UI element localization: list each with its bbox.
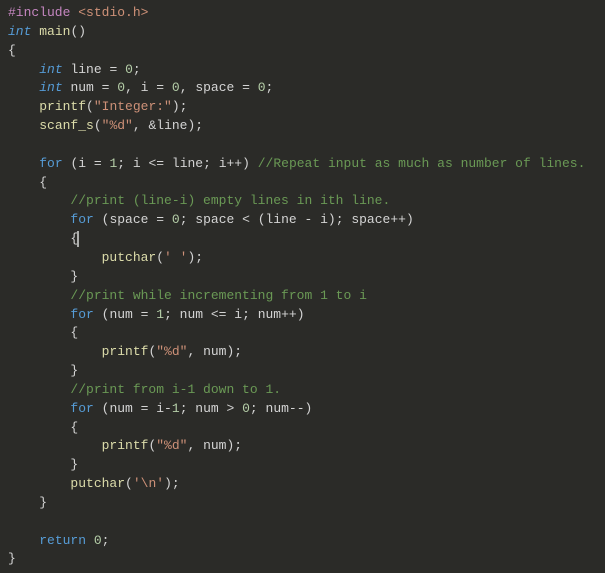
code-line: } [8, 362, 597, 381]
code-line: { [8, 174, 597, 193]
code-line: } [8, 456, 597, 475]
code-line: { [8, 419, 597, 438]
code-line: int line = 0; [8, 61, 597, 80]
code-line: } [8, 268, 597, 287]
code-line: { [8, 230, 597, 249]
code-line: return 0; [8, 532, 597, 551]
code-editor[interactable]: #include <stdio.h> int main() { int line… [0, 0, 605, 573]
code-line: for (num = i-1; num > 0; num--) [8, 400, 597, 419]
code-line [8, 513, 597, 532]
code-line: for (num = 1; num <= i; num++) [8, 306, 597, 325]
code-line: int num = 0, i = 0, space = 0; [8, 79, 597, 98]
code-line: { [8, 42, 597, 61]
code-line: scanf_s("%d", &line); [8, 117, 597, 136]
keyword-int: int [8, 24, 31, 39]
code-line: //print (line-i) empty lines in ith line… [8, 192, 597, 211]
code-line: printf("%d", num); [8, 437, 597, 456]
code-line: #include <stdio.h> [8, 4, 597, 23]
code-line: for (space = 0; space < (line - i); spac… [8, 211, 597, 230]
code-line: int main() [8, 23, 597, 42]
code-line: for (i = 1; i <= line; i++) //Repeat inp… [8, 155, 597, 174]
code-line: } [8, 550, 597, 569]
code-line: //print while incrementing from 1 to i [8, 287, 597, 306]
code-line: putchar(' '); [8, 249, 597, 268]
code-line: { [8, 324, 597, 343]
include-header: <stdio.h> [78, 5, 148, 20]
code-line: putchar('\n'); [8, 475, 597, 494]
code-line [8, 136, 597, 155]
fn-main: main [39, 24, 70, 39]
code-line: printf("Integer:"); [8, 98, 597, 117]
code-line: printf("%d", num); [8, 343, 597, 362]
text-cursor [77, 231, 79, 247]
code-line: } [8, 494, 597, 513]
code-line: //print from i-1 down to 1. [8, 381, 597, 400]
preprocessor: #include [8, 5, 70, 20]
